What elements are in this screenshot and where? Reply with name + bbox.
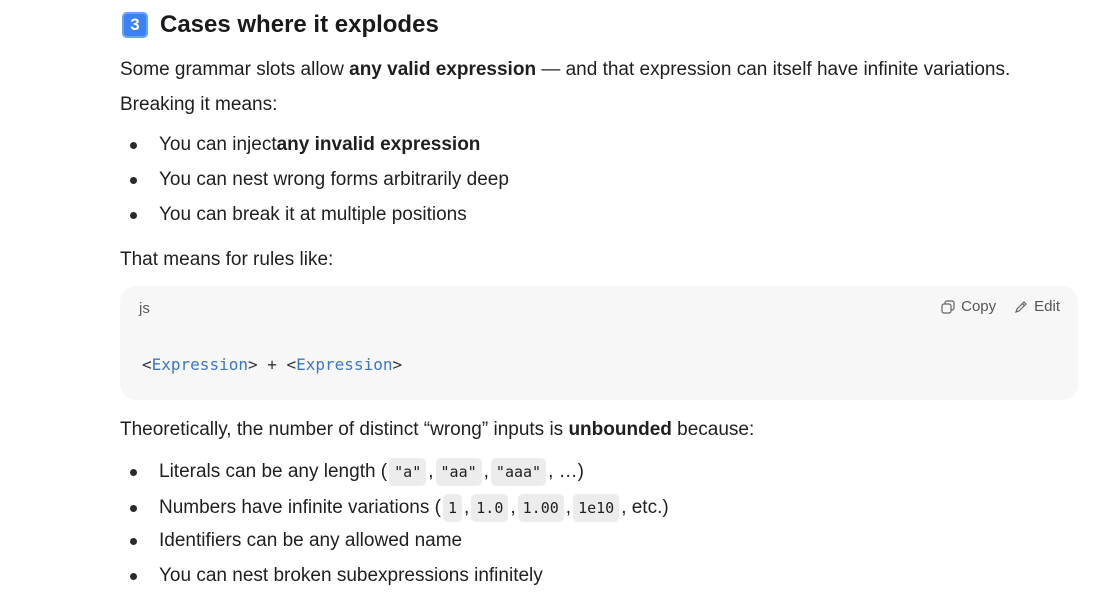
bullet-icon [130,537,137,545]
code-token: > [392,355,403,374]
list-item-text: You can break it at multiple positions [159,204,467,225]
list-item: Numbers have infinite variations (1, 1.0,… [130,494,669,522]
inline-code: "aa" [435,458,482,486]
list-item-text: You can nest broken subexpressions infin… [159,565,543,586]
inline-code: 1 [442,494,462,522]
theory-paragraph: Theoretically, the number of distinct “w… [120,418,754,442]
section-heading: 3 Cases where it explodes [122,10,439,40]
intro-text-end: — and that expression can itself have in… [536,59,1011,80]
code-actions: Copy Edit [941,298,1060,315]
keycap-three-icon: 3 [122,12,148,38]
inline-code: 1e10 [573,494,620,522]
breaking-paragraph: Breaking it means: [120,94,278,115]
inline-code: "a" [389,458,427,486]
list-item-text-end: , …) [548,461,584,482]
pencil-icon [1015,300,1027,313]
list-item: Identifiers can be any allowed name [130,529,462,553]
code-line: <Expression> + <Expression> [142,355,402,374]
bullet-icon [130,504,137,512]
list-item-text-end: , etc.) [621,497,669,518]
inline-code: 1.0 [471,494,509,522]
copy-icon [941,299,955,314]
intro-bold: any valid expression [349,59,537,80]
intro-text: Some grammar slots allow [120,59,350,80]
bullet-icon [130,141,137,149]
bullet-icon [130,176,137,184]
list-item-text: You can inject [159,134,277,155]
code-token-type: Expression [296,355,393,374]
code-token: < [142,355,152,374]
list-item-text: Numbers have infinite variations ( [159,497,441,518]
list-item: You can nest wrong forms arbitrarily dee… [130,168,509,192]
list-item-text: Literals can be any length ( [159,461,388,482]
bullet-icon [130,572,137,580]
inline-code: "aaa" [490,458,547,486]
bullet-icon [130,468,137,476]
list-item-text: Identifiers can be any allowed name [159,530,463,551]
code-block: js Copy Edit <Expression> + <Expression> [120,286,1078,400]
edit-button[interactable]: Edit [1014,298,1060,315]
rules-paragraph: That means for rules like: [120,249,334,270]
code-language-label: js [139,300,150,317]
theory-text: Theoretically, the number of distinct “w… [120,419,569,440]
edit-label: Edit [1034,298,1060,315]
code-token-type: Expression [151,355,248,374]
theory-text-end: because: [671,419,755,440]
intro-paragraph: Some grammar slots allow any valid expre… [120,58,1010,82]
list-item: You can inject any invalid expression [130,133,480,157]
copy-button[interactable]: Copy [941,298,996,315]
list-item: Literals can be any length ("a", "aa", "aa… [130,458,584,486]
list-item: You can nest broken subexpressions infin… [130,564,543,588]
list-item: You can break it at multiple positions [130,203,467,227]
copy-label: Copy [961,298,997,315]
section-title: Cases where it explodes [160,11,439,38]
list-item-bold: any invalid expression [276,134,481,155]
list-item-text: You can nest wrong forms arbitrarily dee… [159,169,509,190]
chat-message-content: 3 Cases where it explodes Some grammar s… [0,0,1112,615]
inline-code: 1.00 [517,494,564,522]
code-token: > + < [247,355,297,374]
bullet-icon [130,211,137,219]
theory-bold: unbounded [568,419,672,440]
